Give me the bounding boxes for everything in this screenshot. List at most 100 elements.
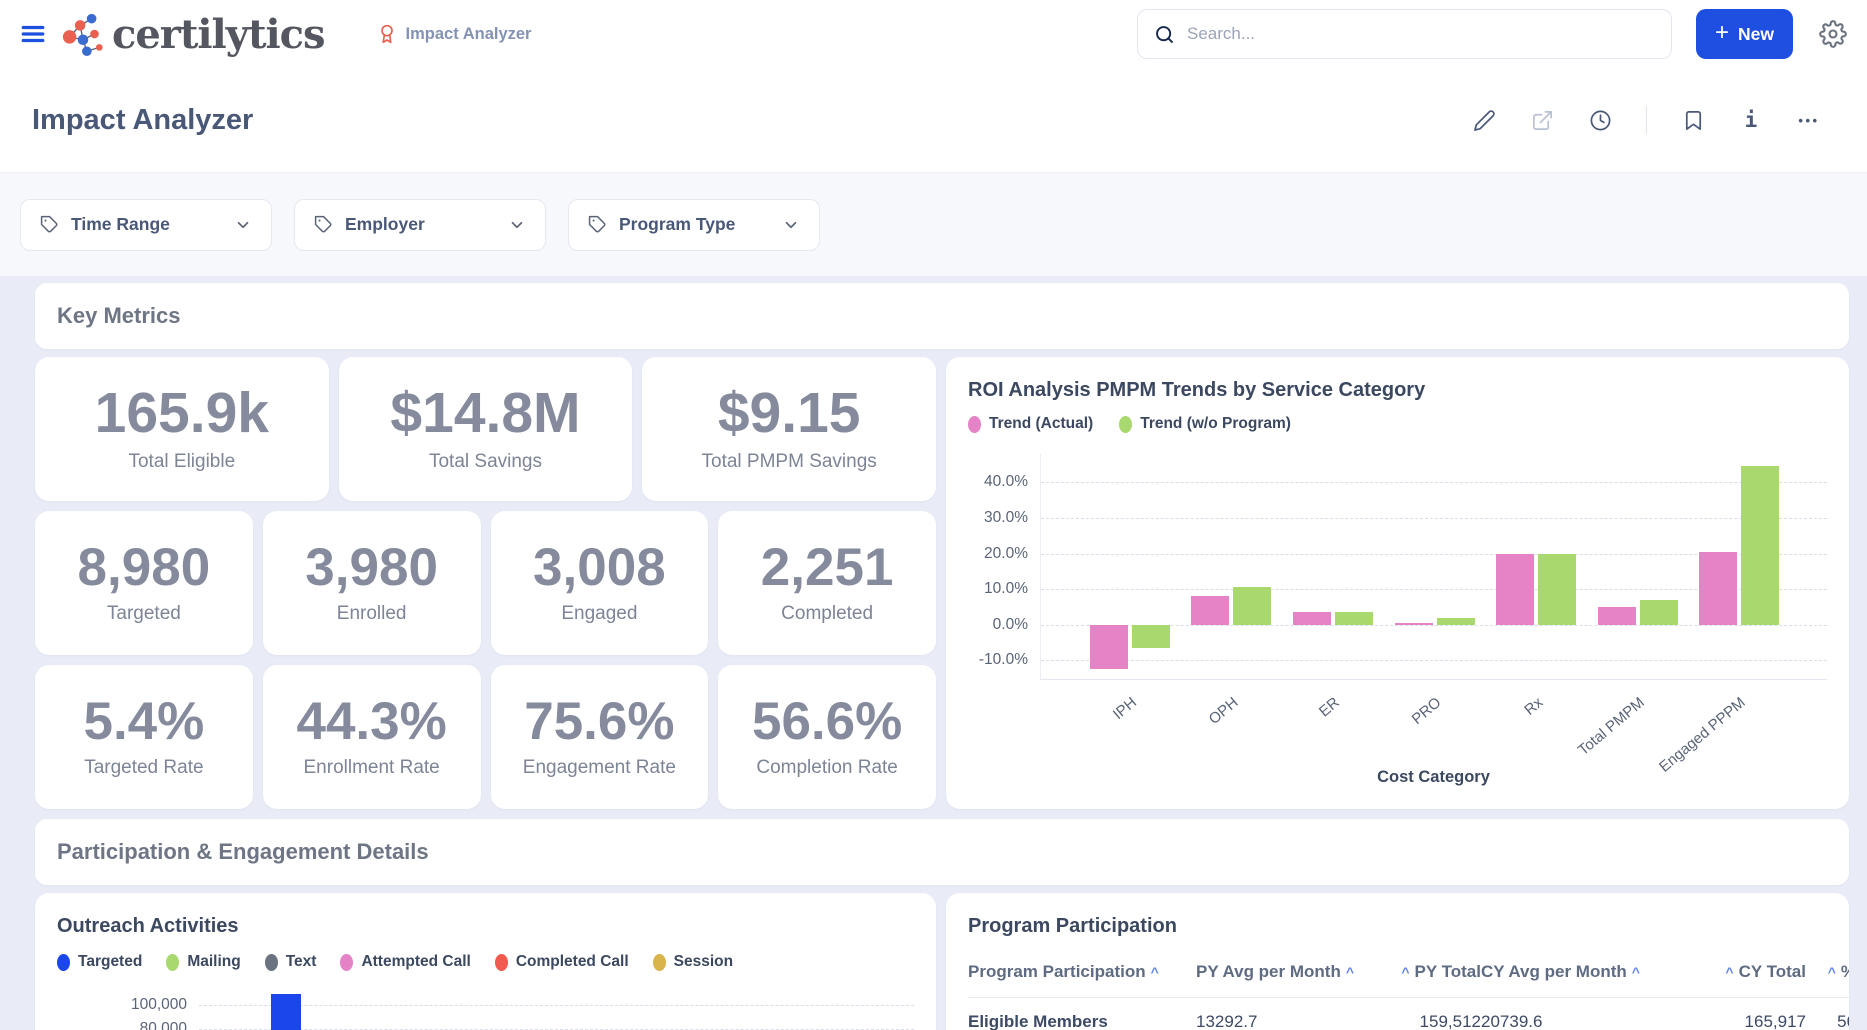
gridline: [1041, 660, 1827, 661]
bar-Trend (Actual)-PRO[interactable]: [1395, 623, 1433, 625]
metric-completion-rate: 56.6%Completion Rate: [718, 665, 936, 809]
y-axis-tick-label: -10.0%: [979, 651, 1028, 669]
tag-icon: [40, 215, 59, 234]
bar-Targeted[interactable]: [271, 994, 301, 1030]
bar-Trend (w/o Program)-IPH[interactable]: [1132, 625, 1170, 648]
info-icon[interactable]: i: [1739, 108, 1763, 132]
filter-time-range[interactable]: Time Range: [20, 199, 272, 251]
metric-enrolled: 3,980Enrolled: [263, 511, 481, 655]
sort-caret-icon: ^: [1632, 964, 1640, 980]
legend-text[interactable]: Text: [265, 953, 317, 971]
filter-label: Program Type: [619, 214, 735, 235]
program-participation-title: Program Participation: [968, 915, 1827, 938]
search-input[interactable]: [1187, 24, 1655, 44]
metric-completed: 2,251Completed: [718, 511, 936, 655]
legend-trend-wo-program[interactable]: Trend (w/o Program): [1119, 415, 1291, 433]
col-program-participation[interactable]: Program Participation^: [968, 962, 1196, 982]
roi-chart-legend: Trend (Actual) Trend (w/o Program): [968, 414, 1827, 434]
bar-Trend (Actual)-ER[interactable]: [1293, 612, 1331, 624]
bar-Trend (w/o Program)-ER[interactable]: [1335, 612, 1373, 624]
sort-caret-icon: ^: [1828, 964, 1836, 980]
roi-chart-title: ROI Analysis PMPM Trends by Service Cate…: [968, 379, 1827, 402]
more-options-icon[interactable]: •••: [1797, 108, 1821, 132]
edit-pencil-icon[interactable]: [1472, 108, 1496, 132]
col-cy-total[interactable]: ^CY Total: [1701, 962, 1806, 982]
x-axis-tick-label: Total PMPM: [1575, 694, 1648, 759]
bar-Trend (Actual)-OPH[interactable]: [1191, 596, 1229, 624]
certilytics-logo-icon: [60, 11, 106, 57]
x-axis-tick-label: IPH: [1110, 694, 1140, 723]
bar-Trend (w/o Program)-Rx[interactable]: [1538, 554, 1576, 625]
metric-total-eligible: 165.9kTotal Eligible: [35, 357, 329, 501]
outreach-activities-card: Outreach Activities Targeted Mailing Tex…: [35, 893, 936, 1030]
metric-engagement-rate: 75.6%Engagement Rate: [491, 665, 709, 809]
history-clock-icon[interactable]: [1588, 108, 1612, 132]
col-py-avg-per-month[interactable]: PY Avg per Month^: [1196, 962, 1396, 982]
section-header-participation-details: Participation & Engagement Details: [35, 819, 1849, 885]
metric-total-savings: $14.8MTotal Savings: [339, 357, 633, 501]
roi-chart: 40.0%30.0%20.0%10.0%0.0%-10.0% IPHOPHERP…: [968, 454, 1827, 680]
legend-dot: [57, 954, 70, 971]
col-percent[interactable]: ^%: [1806, 962, 1849, 982]
table-header-row: Program Participation^ PY Avg per Month^…: [968, 962, 1849, 998]
gridline: [1041, 518, 1827, 519]
filter-bar: Time Range Employer Program Type: [0, 173, 1867, 276]
outreach-chart-legend: Targeted Mailing Text Attempted Call Com…: [57, 952, 914, 972]
legend-targeted[interactable]: Targeted: [57, 953, 142, 971]
row-label: Eligible Members: [968, 1012, 1196, 1030]
bar-Trend (w/o Program)-OPH[interactable]: [1233, 587, 1271, 624]
new-button-label: New: [1738, 24, 1774, 45]
bar-Trend (Actual)-Engaged PPPM[interactable]: [1699, 552, 1737, 625]
legend-dot: [1119, 416, 1132, 433]
settings-gear-icon[interactable]: [1819, 20, 1847, 48]
new-button[interactable]: + New: [1696, 9, 1793, 59]
filter-label: Employer: [345, 214, 425, 235]
table-row-eligible-members: Eligible Members 13292.7 159,512 20739.6…: [968, 998, 1849, 1030]
y-axis-tick-label: 0.0%: [993, 616, 1028, 634]
cell-cy-total: 165,917: [1701, 1012, 1806, 1030]
program-participation-table: Program Participation^ PY Avg per Month^…: [968, 962, 1849, 1030]
col-py-total[interactable]: ^PY Total: [1396, 962, 1481, 982]
sort-caret-icon: ^: [1151, 964, 1159, 980]
bar-Trend (Actual)-Total PMPM[interactable]: [1598, 607, 1636, 625]
bookmark-icon[interactable]: [1681, 108, 1705, 132]
legend-dot: [495, 954, 508, 971]
page-header: Impact Analyzer i •••: [0, 68, 1867, 173]
legend-trend-actual[interactable]: Trend (Actual): [968, 415, 1093, 433]
y-axis-tick-label: 20.0%: [984, 545, 1028, 563]
legend-attempted-call[interactable]: Attempted Call: [340, 953, 470, 971]
gridline: [199, 1005, 914, 1006]
breadcrumb[interactable]: Impact Analyzer: [377, 24, 532, 44]
plus-icon: +: [1715, 21, 1729, 45]
x-axis-tick-label: PRO: [1409, 694, 1445, 728]
legend-dot: [265, 954, 278, 971]
dashboard-content: Key Metrics 165.9kTotal Eligible $14.8MT…: [0, 276, 1867, 1030]
bar-Trend (w/o Program)-PRO[interactable]: [1437, 618, 1475, 625]
program-participation-card: Program Participation Program Participat…: [946, 893, 1849, 1030]
legend-mailing[interactable]: Mailing: [166, 953, 240, 971]
external-link-icon[interactable]: [1530, 108, 1554, 132]
bar-Trend (w/o Program)-Total PMPM[interactable]: [1640, 600, 1678, 625]
filter-employer[interactable]: Employer: [294, 199, 546, 251]
chevron-down-icon: [508, 216, 526, 234]
legend-session[interactable]: Session: [653, 953, 733, 971]
col-cy-avg-per-month[interactable]: CY Avg per Month^: [1481, 962, 1701, 982]
filter-program-type[interactable]: Program Type: [568, 199, 820, 251]
metric-engaged: 3,008Engaged: [491, 511, 709, 655]
y-axis-tick-label: 10.0%: [984, 580, 1028, 598]
section-header-key-metrics: Key Metrics: [35, 283, 1849, 349]
certilytics-logo[interactable]: certilytics: [60, 11, 325, 58]
bar-Trend (w/o Program)-Engaged PPPM[interactable]: [1741, 466, 1779, 624]
legend-completed-call[interactable]: Completed Call: [495, 953, 629, 971]
hamburger-menu-icon[interactable]: [20, 21, 46, 47]
search-icon: [1154, 24, 1175, 45]
y-axis-tick-label: 40.0%: [984, 473, 1028, 491]
divider: [1646, 106, 1647, 134]
award-icon: [377, 24, 397, 44]
bar-Trend (Actual)-Rx[interactable]: [1496, 554, 1534, 625]
sort-caret-icon: ^: [1725, 964, 1733, 980]
tag-icon: [314, 215, 333, 234]
cell-py-total: 159,512: [1396, 1012, 1481, 1030]
bar-Trend (Actual)-IPH[interactable]: [1090, 625, 1128, 669]
legend-dot: [166, 954, 179, 971]
